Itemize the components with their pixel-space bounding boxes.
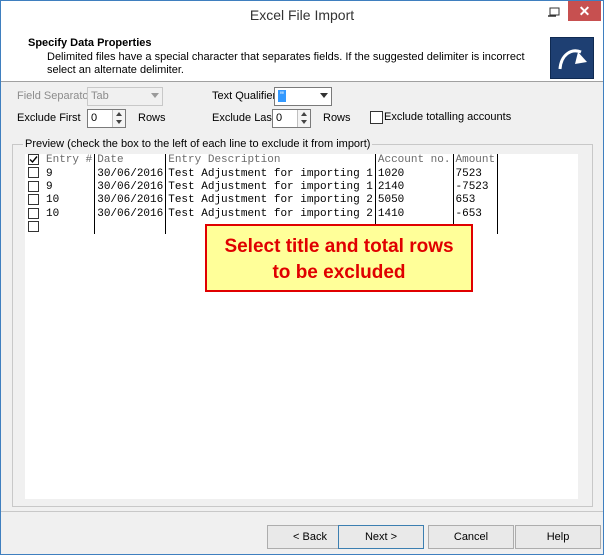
title-bar: Excel File Import ✕ bbox=[1, 1, 603, 29]
table-cell: 30/06/2016 bbox=[94, 180, 167, 195]
field-separator-value: Tab bbox=[91, 90, 109, 102]
spin-up-icon[interactable] bbox=[116, 112, 122, 116]
field-separator-label: Field Separator: bbox=[17, 90, 96, 102]
table-cell: -7523 bbox=[453, 180, 499, 195]
checkmark-icon bbox=[29, 156, 38, 164]
curved-arrow-icon bbox=[550, 37, 594, 79]
table-cell: Test Adjustment for importing 1 bbox=[165, 167, 376, 181]
table-cell: 1020 bbox=[375, 167, 454, 181]
table-cell: 30/06/2016 bbox=[94, 194, 167, 208]
text-qualifier-value: " bbox=[278, 90, 286, 102]
row-checkbox[interactable] bbox=[28, 154, 39, 165]
step-description: Delimited files have a special character… bbox=[47, 51, 525, 76]
table-cell: 653 bbox=[453, 194, 499, 208]
column-header: Date bbox=[94, 154, 167, 168]
spin-buttons[interactable] bbox=[297, 110, 310, 127]
table-cell: 9 bbox=[44, 167, 96, 181]
table-cell: 30/06/2016 bbox=[94, 167, 167, 181]
exclude-first-value: 0 bbox=[91, 112, 98, 124]
column-header: Amount bbox=[453, 154, 499, 168]
chevron-down-icon bbox=[151, 93, 159, 98]
table-cell: 1410 bbox=[375, 207, 454, 222]
row-checkbox[interactable] bbox=[28, 194, 39, 206]
next-button[interactable]: Next > bbox=[338, 525, 424, 549]
minimize-icon bbox=[548, 7, 560, 17]
exclude-first-stepper[interactable]: 0 bbox=[87, 109, 126, 128]
field-separator-select[interactable]: Tab bbox=[87, 87, 163, 106]
table-cell: 30/06/2016 bbox=[94, 207, 167, 222]
table-cell: 2140 bbox=[375, 180, 454, 195]
exclude-last-value: 0 bbox=[276, 112, 283, 124]
row-checkbox[interactable] bbox=[28, 221, 39, 233]
row-checkbox[interactable] bbox=[28, 180, 39, 192]
callout-line: Select title and total rows bbox=[224, 236, 454, 257]
spin-down-icon[interactable] bbox=[116, 120, 122, 124]
excel-file-import-window: Excel File Import ✕ Specify Data Propert… bbox=[0, 0, 604, 555]
table-cell: Test Adjustment for importing 2 bbox=[165, 207, 376, 222]
text-qualifier-label: Text Qualifier: bbox=[212, 90, 280, 102]
row-checkbox-cell bbox=[25, 154, 44, 167]
preview-label: Preview (check the box to the left of ea… bbox=[23, 138, 373, 150]
table-cell: -653 bbox=[453, 207, 499, 222]
exclude-totalling-label: Exclude totalling accounts bbox=[384, 111, 512, 123]
row-checkbox[interactable] bbox=[28, 167, 39, 179]
exclude-first-label: Exclude First bbox=[17, 112, 81, 124]
help-button[interactable]: Help bbox=[515, 525, 601, 549]
spin-down-icon[interactable] bbox=[301, 120, 307, 124]
table-row: 10 30/06/2016 Test Adjustment for import… bbox=[25, 194, 499, 208]
close-button[interactable]: ✕ bbox=[568, 1, 601, 21]
column-header: Entry Description bbox=[165, 154, 376, 168]
preview-grid: Entry # Date Entry Description Account n… bbox=[25, 154, 578, 499]
table-cell: 9 bbox=[44, 180, 96, 195]
table-cell: Test Adjustment for importing 1 bbox=[165, 180, 376, 195]
column-header: Account no. bbox=[375, 154, 454, 168]
table-cell bbox=[94, 221, 167, 235]
minimize-button[interactable] bbox=[541, 4, 567, 24]
close-icon: ✕ bbox=[578, 3, 591, 19]
row-checkbox-cell bbox=[25, 180, 44, 194]
preview-table: Entry # Date Entry Description Account n… bbox=[25, 154, 499, 235]
spin-up-icon[interactable] bbox=[301, 112, 307, 116]
table-cell bbox=[44, 221, 96, 235]
column-header: Entry # bbox=[44, 154, 96, 168]
wizard-header: Specify Data Properties Delimited files … bbox=[1, 29, 603, 82]
callout-line: to be excluded bbox=[272, 262, 406, 283]
exclude-first-unit: Rows bbox=[138, 112, 166, 124]
spin-buttons[interactable] bbox=[112, 110, 125, 127]
row-checkbox-cell bbox=[25, 167, 44, 180]
table-cell: 5050 bbox=[375, 194, 454, 208]
step-title: Specify Data Properties bbox=[28, 37, 152, 49]
row-checkbox-cell bbox=[25, 221, 44, 234]
footer-divider bbox=[1, 511, 603, 512]
table-row: Entry # Date Entry Description Account n… bbox=[25, 154, 499, 168]
table-row: 9 30/06/2016 Test Adjustment for importi… bbox=[25, 167, 499, 181]
window-title: Excel File Import bbox=[249, 7, 355, 23]
exclude-last-label: Exclude Last bbox=[212, 112, 275, 124]
row-checkbox[interactable] bbox=[28, 207, 39, 219]
table-cell: 7523 bbox=[453, 167, 499, 181]
table-cell: Test Adjustment for importing 2 bbox=[165, 194, 376, 208]
chevron-down-icon bbox=[320, 93, 328, 98]
text-qualifier-select[interactable]: " bbox=[274, 87, 332, 106]
exclude-totalling-checkbox[interactable] bbox=[370, 111, 383, 124]
exclude-last-stepper[interactable]: 0 bbox=[272, 109, 311, 128]
cancel-button[interactable]: Cancel bbox=[428, 525, 514, 549]
table-cell: 10 bbox=[44, 194, 96, 208]
row-checkbox-cell bbox=[25, 194, 44, 207]
table-row: 10 30/06/2016 Test Adjustment for import… bbox=[25, 207, 499, 222]
exclude-last-unit: Rows bbox=[323, 112, 351, 124]
table-cell: 10 bbox=[44, 207, 96, 222]
row-checkbox-cell bbox=[25, 207, 44, 221]
annotation-callout: Select title and total rows to be exclud… bbox=[205, 224, 473, 292]
table-row: 9 30/06/2016 Test Adjustment for importi… bbox=[25, 180, 499, 195]
